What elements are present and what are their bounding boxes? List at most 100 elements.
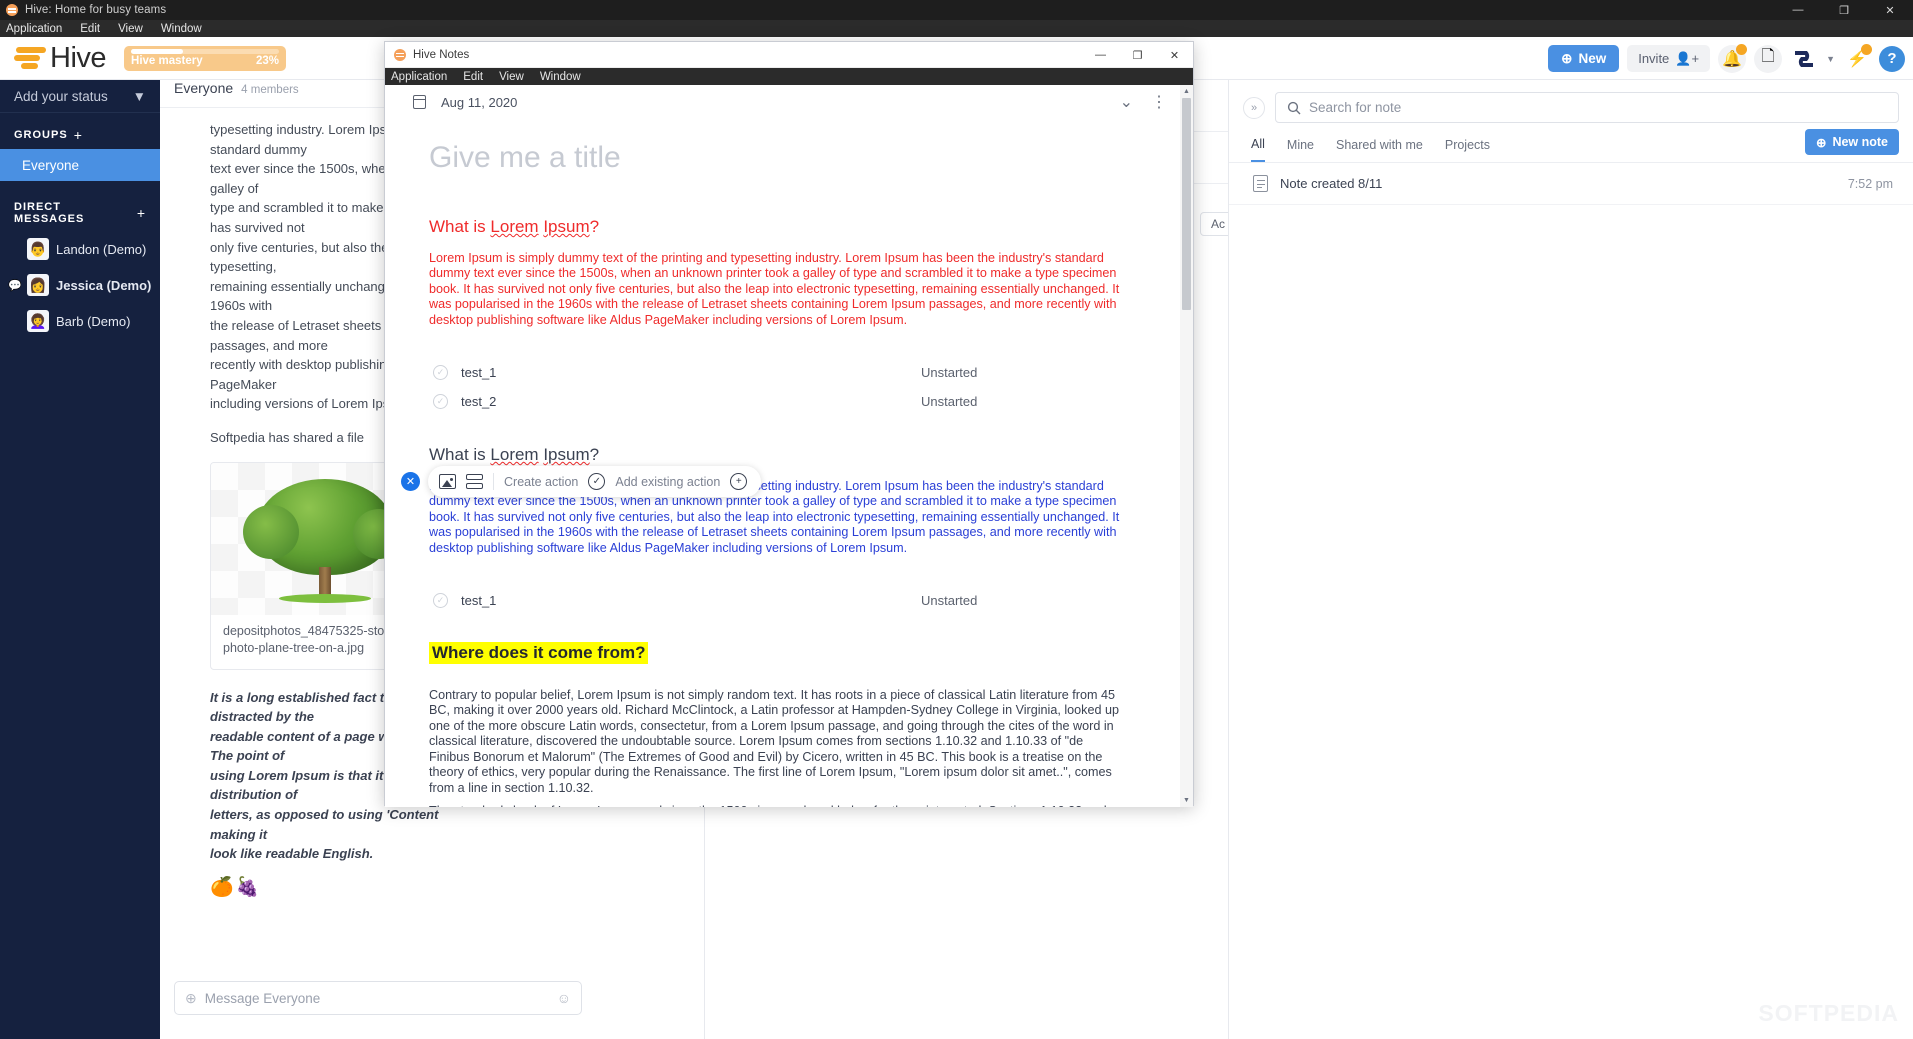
tab-mine[interactable]: Mine [1287,138,1314,161]
add-existing-action-label[interactable]: Add existing action [615,475,720,489]
sidebar-item-everyone[interactable]: Everyone [0,149,160,181]
task-checkbox-icon[interactable]: ✓ [433,364,448,380]
hive-icon [6,4,18,16]
task-row[interactable]: ✓ test_1 Unstarted [429,586,1121,614]
menu-view[interactable]: View [118,23,143,35]
note-paragraph-red: Lorem Ipsum is simply dummy text of the … [429,251,1120,327]
status-selector[interactable]: Add your status ▼ [0,80,160,113]
dm-section-header: DIRECT MESSAGES + [0,181,160,231]
notes-tabs: All Mine Shared with me Projects ⊕ New n… [1229,123,1913,163]
task-row[interactable]: ✓ test_1 Unstarted [429,358,1121,386]
tab-projects[interactable]: Projects [1445,138,1490,161]
create-action-label[interactable]: Create action [504,475,578,489]
task-status[interactable]: Unstarted [921,394,1121,409]
add-person-icon: 👤+ [1675,50,1700,66]
note-title-input[interactable]: Give me a title [429,141,1121,175]
dm-label: DIRECT MESSAGES [14,201,85,225]
notes-menu-bar: Application Edit View Window [385,68,1193,85]
chat-line: passages, and more [210,337,328,353]
notes-scrollbar[interactable]: ▲ ▼ [1180,85,1193,807]
note-paragraph-origin: Contrary to popular belief, Lorem Ipsum … [429,688,1119,795]
note-list-item[interactable]: Note created 8/11 7:52 pm [1229,163,1913,205]
documents-button[interactable]: 🗋 [1754,44,1783,73]
plus-circle-icon: ⊕ [1815,135,1827,150]
close-button[interactable]: ✕ [1867,0,1913,20]
chevron-down-icon[interactable]: ⌄ [1120,92,1133,112]
mastery-percent: 23% [255,54,280,67]
sidebar-item-landon[interactable]: 👨 Landon (Demo) [0,231,160,267]
add-group-icon[interactable]: + [74,127,83,143]
note-content: Give me a title What is Lorem Ipsum? Lor… [385,119,1193,807]
chat-line: 1960s with [210,298,273,314]
note-paragraph-tail: The standard chunk of Lorem Ipsum used s… [429,804,1121,807]
emoji-icon[interactable]: ☺ [557,990,571,1006]
notes-menu-application[interactable]: Application [391,71,447,83]
task-checkbox-icon[interactable]: ✓ [433,393,448,409]
message-input[interactable]: Message Everyone [205,991,549,1006]
chat-line: making it [210,826,268,842]
notes-menu-edit[interactable]: Edit [463,71,483,83]
sidebar-item-jessica[interactable]: 💬 👩 Jessica (Demo) [0,267,160,303]
minimize-button[interactable]: — [1775,0,1821,20]
notes-minimize-button[interactable]: — [1082,42,1119,68]
calendar-icon [412,95,427,109]
message-reactions[interactable]: 🍊🍇 [210,878,688,898]
notes-window-title: Hive Notes [413,48,470,61]
notes-maximize-button[interactable]: ❐ [1119,42,1156,68]
check-circle-icon[interactable]: ✓ [588,473,606,490]
notifications-button[interactable]: 🔔 [1718,43,1748,73]
search-placeholder: Search for note [1309,100,1402,115]
plus-circle-icon[interactable]: + [730,473,748,490]
groups-section-header: GROUPS + [0,113,160,149]
hive-logo[interactable]: Hive [14,42,107,75]
notes-menu-view[interactable]: View [499,71,524,83]
chevron-double-right-icon[interactable]: » [1243,96,1265,119]
tab-shared-with-me[interactable]: Shared with me [1336,138,1423,161]
action-toolbar-pill: Create action ✓ Add existing action + [428,466,762,497]
note-heading-red: What is Lorem Ipsum? [429,217,600,236]
note-date[interactable]: Aug 11, 2020 [441,95,517,110]
hive-mastery-progress[interactable]: Hive mastery 23% [124,45,287,71]
invite-button[interactable]: Invite 👤+ [1627,45,1711,72]
notes-close-button[interactable]: ✕ [1156,42,1193,68]
add-dm-icon[interactable]: + [137,205,146,221]
scroll-up-arrow[interactable]: ▲ [1180,85,1193,98]
task-status[interactable]: Unstarted [921,365,1121,380]
scroll-down-arrow[interactable]: ▼ [1180,794,1193,807]
split-layout-icon[interactable] [466,474,483,489]
dm-label: Jessica (Demo) [56,277,152,293]
help-button[interactable]: ? [1879,45,1905,72]
more-options-icon[interactable]: ⋮ [1151,92,1167,112]
sidebar-item-barb[interactable]: 👩‍🦱 Barb (Demo) [0,303,160,339]
plus-circle-icon[interactable]: ⊕ [185,990,197,1007]
sketch-button[interactable] [1790,45,1818,73]
message-composer[interactable]: ⊕ Message Everyone ☺ [174,981,582,1015]
close-icon[interactable]: ✕ [401,472,420,491]
task-row[interactable]: ✓ test_2 Unstarted [429,387,1121,415]
chevron-down-icon[interactable]: ▼ [1826,54,1835,64]
dm-label: Barb (Demo) [56,313,131,329]
menu-application[interactable]: Application [6,23,62,35]
hive-icon [394,48,406,61]
menu-window[interactable]: Window [161,23,202,35]
invite-button-label: Invite [1638,51,1670,66]
shortcuts-button[interactable]: ⚡ [1843,43,1872,73]
task-status[interactable]: Unstarted [921,593,1121,608]
hive-notes-window: Hive Notes — ❐ ✕ Application Edit View W… [384,41,1194,807]
groups-label: GROUPS [14,129,68,141]
notes-menu-window[interactable]: Window [540,71,581,83]
chat-line: distracted by the [210,709,315,725]
tab-all[interactable]: All [1251,137,1265,162]
menu-edit[interactable]: Edit [80,23,100,35]
new-button[interactable]: ⊕ New [1548,45,1620,72]
image-icon[interactable] [439,474,456,489]
hive-logo-icon [14,45,48,71]
maximize-button[interactable]: ❐ [1821,0,1867,20]
new-note-button[interactable]: ⊕ New note [1804,129,1899,155]
chat-line: including versions of Lorem Ipsum. [210,396,411,412]
task-checkbox-icon[interactable]: ✓ [433,592,448,608]
search-input[interactable]: Search for note [1275,92,1899,123]
notification-badge [1736,43,1748,55]
note-toolbar-actions: ⌄ ⋮ [1120,92,1167,112]
scrollbar-thumb[interactable] [1182,98,1191,310]
